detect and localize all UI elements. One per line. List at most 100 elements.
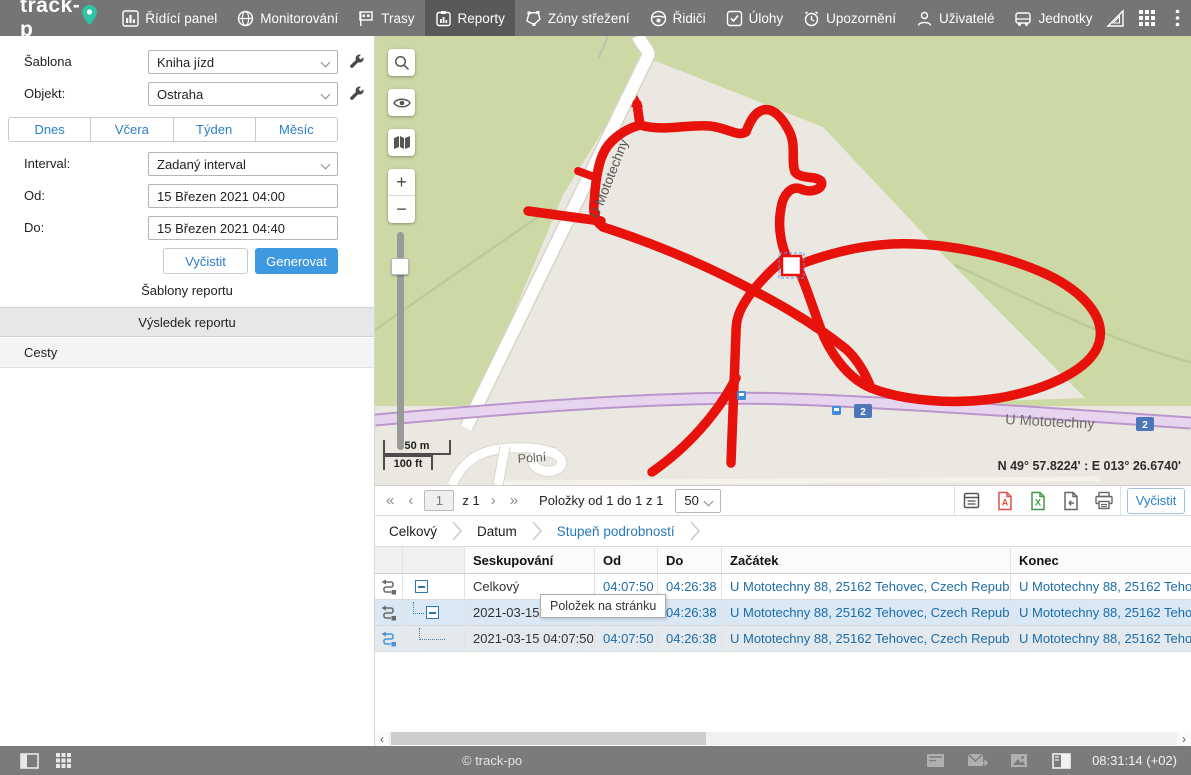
zoom-control: + − bbox=[388, 169, 415, 223]
cell-end-address[interactable]: U Mototechny 88, 25162 Tehovec, Czech Re… bbox=[1011, 600, 1191, 626]
to-date-input[interactable] bbox=[148, 216, 338, 240]
scrollbar-track[interactable] bbox=[389, 732, 1177, 745]
template-select[interactable]: Kniha jízd bbox=[148, 50, 338, 74]
next-page-button[interactable]: › bbox=[484, 493, 503, 508]
zoom-slider-handle[interactable] bbox=[391, 258, 409, 275]
nav-tasks[interactable]: Úlohy bbox=[716, 0, 794, 36]
page-number-input[interactable] bbox=[424, 490, 454, 511]
generate-button[interactable]: Generovat bbox=[255, 248, 338, 274]
first-page-button[interactable]: « bbox=[379, 493, 401, 508]
template-settings-button[interactable] bbox=[348, 53, 366, 74]
nav-alerts[interactable]: Upozornění bbox=[793, 0, 906, 36]
nav-drivers[interactable]: Řidiči bbox=[640, 0, 716, 36]
map-search-button[interactable] bbox=[388, 49, 415, 76]
result-item-trips[interactable]: Cesty bbox=[0, 338, 374, 368]
breadcrumb-date[interactable]: Datum bbox=[473, 524, 521, 539]
cell-to[interactable]: 04:26:38 bbox=[658, 626, 722, 652]
show-track-icon[interactable] bbox=[380, 579, 397, 595]
cell-start-address[interactable]: U Mototechny 88, 25162 Tehovec, Czech Re… bbox=[722, 626, 1011, 652]
from-date-input[interactable] bbox=[148, 184, 338, 208]
globe-icon bbox=[237, 10, 254, 27]
clear-report-button[interactable]: Vyčistit bbox=[1127, 488, 1185, 514]
map-visibility-button[interactable] bbox=[388, 89, 415, 116]
apps-grid-button[interactable] bbox=[1133, 0, 1160, 36]
zoom-in-button[interactable]: + bbox=[388, 169, 415, 196]
col-header-from[interactable]: Od bbox=[595, 547, 658, 574]
export-excel-button[interactable]: X bbox=[1021, 486, 1054, 516]
media-button[interactable] bbox=[1002, 746, 1036, 775]
object-settings-button[interactable] bbox=[348, 85, 366, 106]
collapse-toggle[interactable] bbox=[415, 580, 428, 593]
scroll-left-arrow[interactable]: ‹ bbox=[375, 733, 389, 745]
map-canvas[interactable]: 2 2 U Mototechny U Mototechny Polní + − bbox=[375, 36, 1191, 485]
nav-reports[interactable]: Reporty bbox=[425, 0, 515, 36]
cell-end-address[interactable]: U Mototechny 88, 25162 Tehovec, Czech Re… bbox=[1011, 626, 1191, 652]
measure-tool-button[interactable] bbox=[1103, 0, 1130, 36]
show-track-icon-active[interactable] bbox=[380, 631, 397, 647]
breadcrumb-detail-level[interactable]: Stupeň podrobností bbox=[553, 524, 679, 539]
nav-monitoring[interactable]: Monitorování bbox=[227, 0, 348, 36]
table-header-row: Seskupování Od Do Začátek Konec bbox=[375, 547, 1191, 574]
cell-end-address[interactable]: U Mototechny 88, 25162 Tehovec, Czech Re… bbox=[1011, 574, 1191, 600]
clear-form-button[interactable]: Vyčistit bbox=[163, 248, 248, 274]
range-month-button[interactable]: Měsíc bbox=[255, 117, 338, 142]
app-logo[interactable]: track-p bbox=[0, 0, 112, 36]
image-icon bbox=[1010, 753, 1028, 768]
excel-file-icon: X bbox=[1029, 491, 1047, 511]
col-header-start[interactable]: Začátek bbox=[722, 547, 1011, 574]
toggle-right-panel-button[interactable] bbox=[1044, 746, 1078, 775]
file-import-icon bbox=[1062, 491, 1080, 511]
scroll-right-arrow[interactable]: › bbox=[1177, 733, 1191, 745]
nav-tracks[interactable]: Trasy bbox=[348, 0, 424, 36]
report-templates-section-title[interactable]: Šablony reportu bbox=[0, 283, 374, 298]
range-today-button[interactable]: Dnes bbox=[8, 117, 91, 142]
nav-users[interactable]: Uživatelé bbox=[906, 0, 1005, 36]
collapse-toggle[interactable] bbox=[426, 606, 439, 619]
send-mail-button[interactable] bbox=[960, 746, 994, 775]
interval-select[interactable]: Zadaný interval bbox=[148, 152, 338, 176]
table-row[interactable]: Celkový 04:07:50 04:26:38 U Mototechny 8… bbox=[375, 574, 1191, 600]
export-file-button[interactable] bbox=[1054, 486, 1087, 516]
more-menu-button[interactable] bbox=[1164, 0, 1191, 36]
cell-start-address[interactable]: U Mototechny 88, 25162 Tehovec, Czech Re… bbox=[722, 600, 1011, 626]
object-select[interactable]: Ostraha bbox=[148, 82, 338, 106]
cell-to[interactable]: 04:26:38 bbox=[658, 574, 722, 600]
chevron-down-icon bbox=[321, 58, 331, 68]
report-result-section-header[interactable]: Výsledek reportu bbox=[0, 307, 374, 337]
range-week-button[interactable]: Týden bbox=[173, 117, 256, 142]
route-shield: 2 bbox=[854, 404, 872, 418]
range-yesterday-button[interactable]: Včera bbox=[90, 117, 173, 142]
nav-dashboard[interactable]: Řídící panel bbox=[112, 0, 227, 36]
zoom-out-button[interactable]: − bbox=[388, 196, 415, 223]
widgets-grid-button[interactable] bbox=[46, 746, 80, 775]
col-header-to[interactable]: Do bbox=[658, 547, 722, 574]
pdf-file-icon: A bbox=[996, 491, 1014, 511]
geofence-icon bbox=[525, 10, 542, 27]
col-header-end[interactable]: Konec bbox=[1011, 547, 1191, 574]
breadcrumb-total[interactable]: Celkový bbox=[385, 524, 441, 539]
report-view-button[interactable] bbox=[955, 486, 988, 516]
last-page-button[interactable]: » bbox=[503, 493, 525, 508]
scrollbar-thumb[interactable] bbox=[391, 732, 706, 745]
map-layers-button[interactable] bbox=[388, 129, 415, 156]
nav-label: Uživatelé bbox=[939, 11, 995, 26]
show-track-icon[interactable] bbox=[380, 605, 397, 621]
cell-to[interactable]: 04:26:38 bbox=[658, 600, 722, 626]
print-button[interactable] bbox=[1087, 486, 1120, 516]
col-header-grouping[interactable]: Seskupování bbox=[465, 547, 595, 574]
export-pdf-button[interactable]: A bbox=[988, 486, 1021, 516]
cell-from[interactable]: 04:07:50 bbox=[595, 626, 658, 652]
report-toolbar: « ‹ z 1 › » Položky od 1 do 1 z 1 50 A X… bbox=[375, 485, 1191, 516]
notes-button[interactable] bbox=[918, 746, 952, 775]
page-size-tooltip: Položek na stránku bbox=[540, 594, 666, 618]
nav-units[interactable]: Jednotky bbox=[1004, 0, 1102, 36]
object-label: Objekt: bbox=[24, 86, 65, 101]
table-row[interactable]: 2021-03-15 04:07:50 04:07:50 04:26:38 U … bbox=[375, 626, 1191, 652]
dashboard-icon bbox=[122, 10, 139, 27]
table-row[interactable]: 2021-03-15 04:07:50 04:26:38 U Mototechn… bbox=[375, 600, 1191, 626]
toggle-left-panel-button[interactable] bbox=[12, 746, 46, 775]
prev-page-button[interactable]: ‹ bbox=[401, 493, 420, 508]
nav-geofences[interactable]: Zóny střežení bbox=[515, 0, 640, 36]
cell-start-address[interactable]: U Mototechny 88, 25162 Tehovec, Czech Re… bbox=[722, 574, 1011, 600]
page-size-select[interactable]: 50 bbox=[675, 489, 721, 513]
